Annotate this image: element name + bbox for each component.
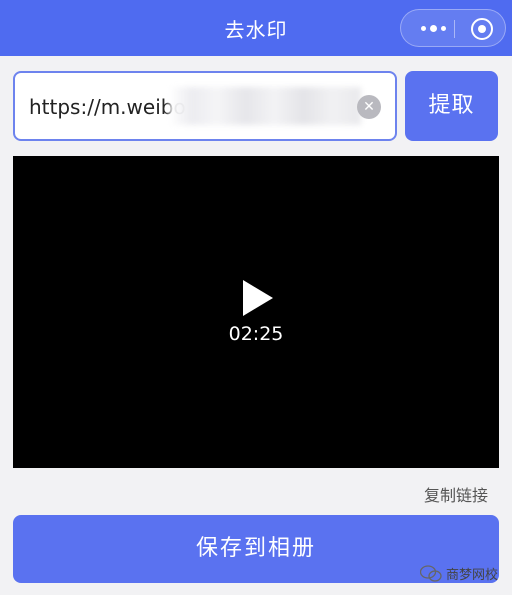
miniprogram-capsule [400,9,506,47]
video-player[interactable]: 02:25 [13,156,499,468]
blurred-url-mask [169,87,361,125]
video-duration: 02:25 [228,323,284,345]
close-miniprogram-icon[interactable] [471,18,493,40]
clear-icon[interactable]: ✕ [357,95,381,119]
play-icon[interactable] [241,278,275,318]
url-input[interactable]: https://m.weibo ✕ [13,71,397,141]
extract-button[interactable]: 提取 [405,71,498,141]
source-watermark: 商梦网校 [420,564,498,583]
wechat-icon [420,564,442,582]
navigation-bar: 去水印 [0,0,512,56]
capsule-divider [454,20,455,38]
more-dots-icon[interactable] [415,18,451,38]
url-input-value[interactable]: https://m.weibo [29,95,186,119]
copy-link-button[interactable]: 复制链接 [424,482,488,506]
watermark-text: 商梦网校 [446,568,499,583]
